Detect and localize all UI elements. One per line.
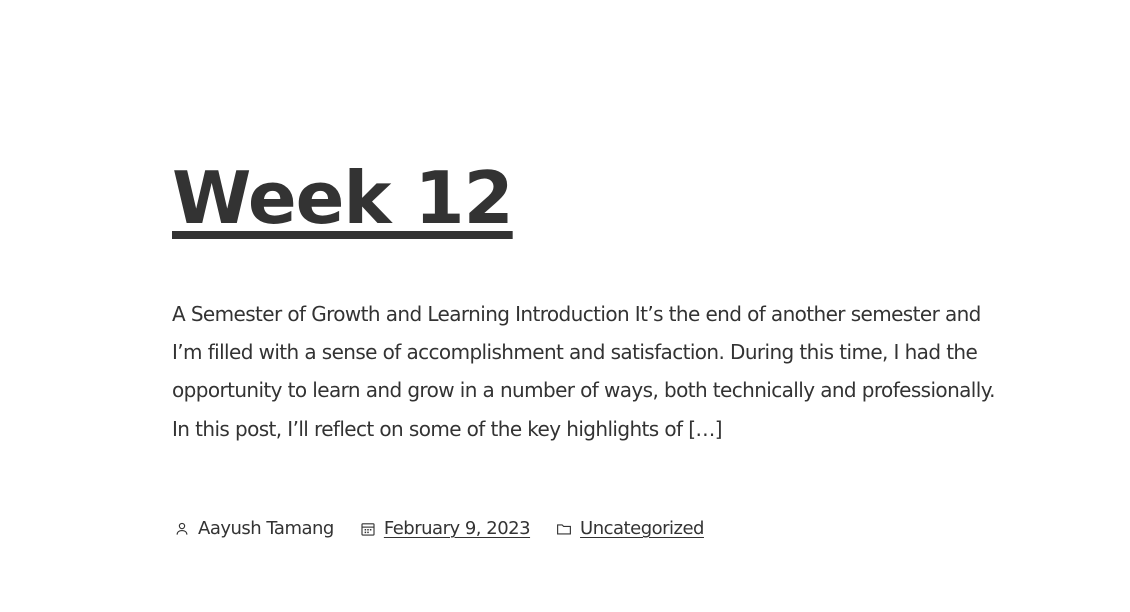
post-title: Week 12 (172, 150, 1002, 246)
calendar-icon (358, 519, 378, 539)
post-category: Uncategorized (554, 515, 704, 543)
post-author-name: Aayush Tamang (198, 518, 334, 539)
post-date-link[interactable]: February 9, 2023 (384, 515, 531, 543)
post-author: Aayush Tamang (172, 515, 334, 543)
person-icon (172, 519, 192, 539)
post-article: Week 12 A Semester of Growth and Learnin… (172, 150, 1002, 539)
folder-icon (554, 519, 574, 539)
post-date: February 9, 2023 (358, 515, 531, 543)
post-title-link[interactable]: Week 12 (172, 156, 514, 240)
post-meta: Aayush Tamang February 9, 2023 Uncategor… (172, 515, 728, 543)
post-excerpt: A Semester of Growth and Learning Introd… (172, 302, 995, 441)
post-category-link[interactable]: Uncategorized (580, 515, 704, 543)
